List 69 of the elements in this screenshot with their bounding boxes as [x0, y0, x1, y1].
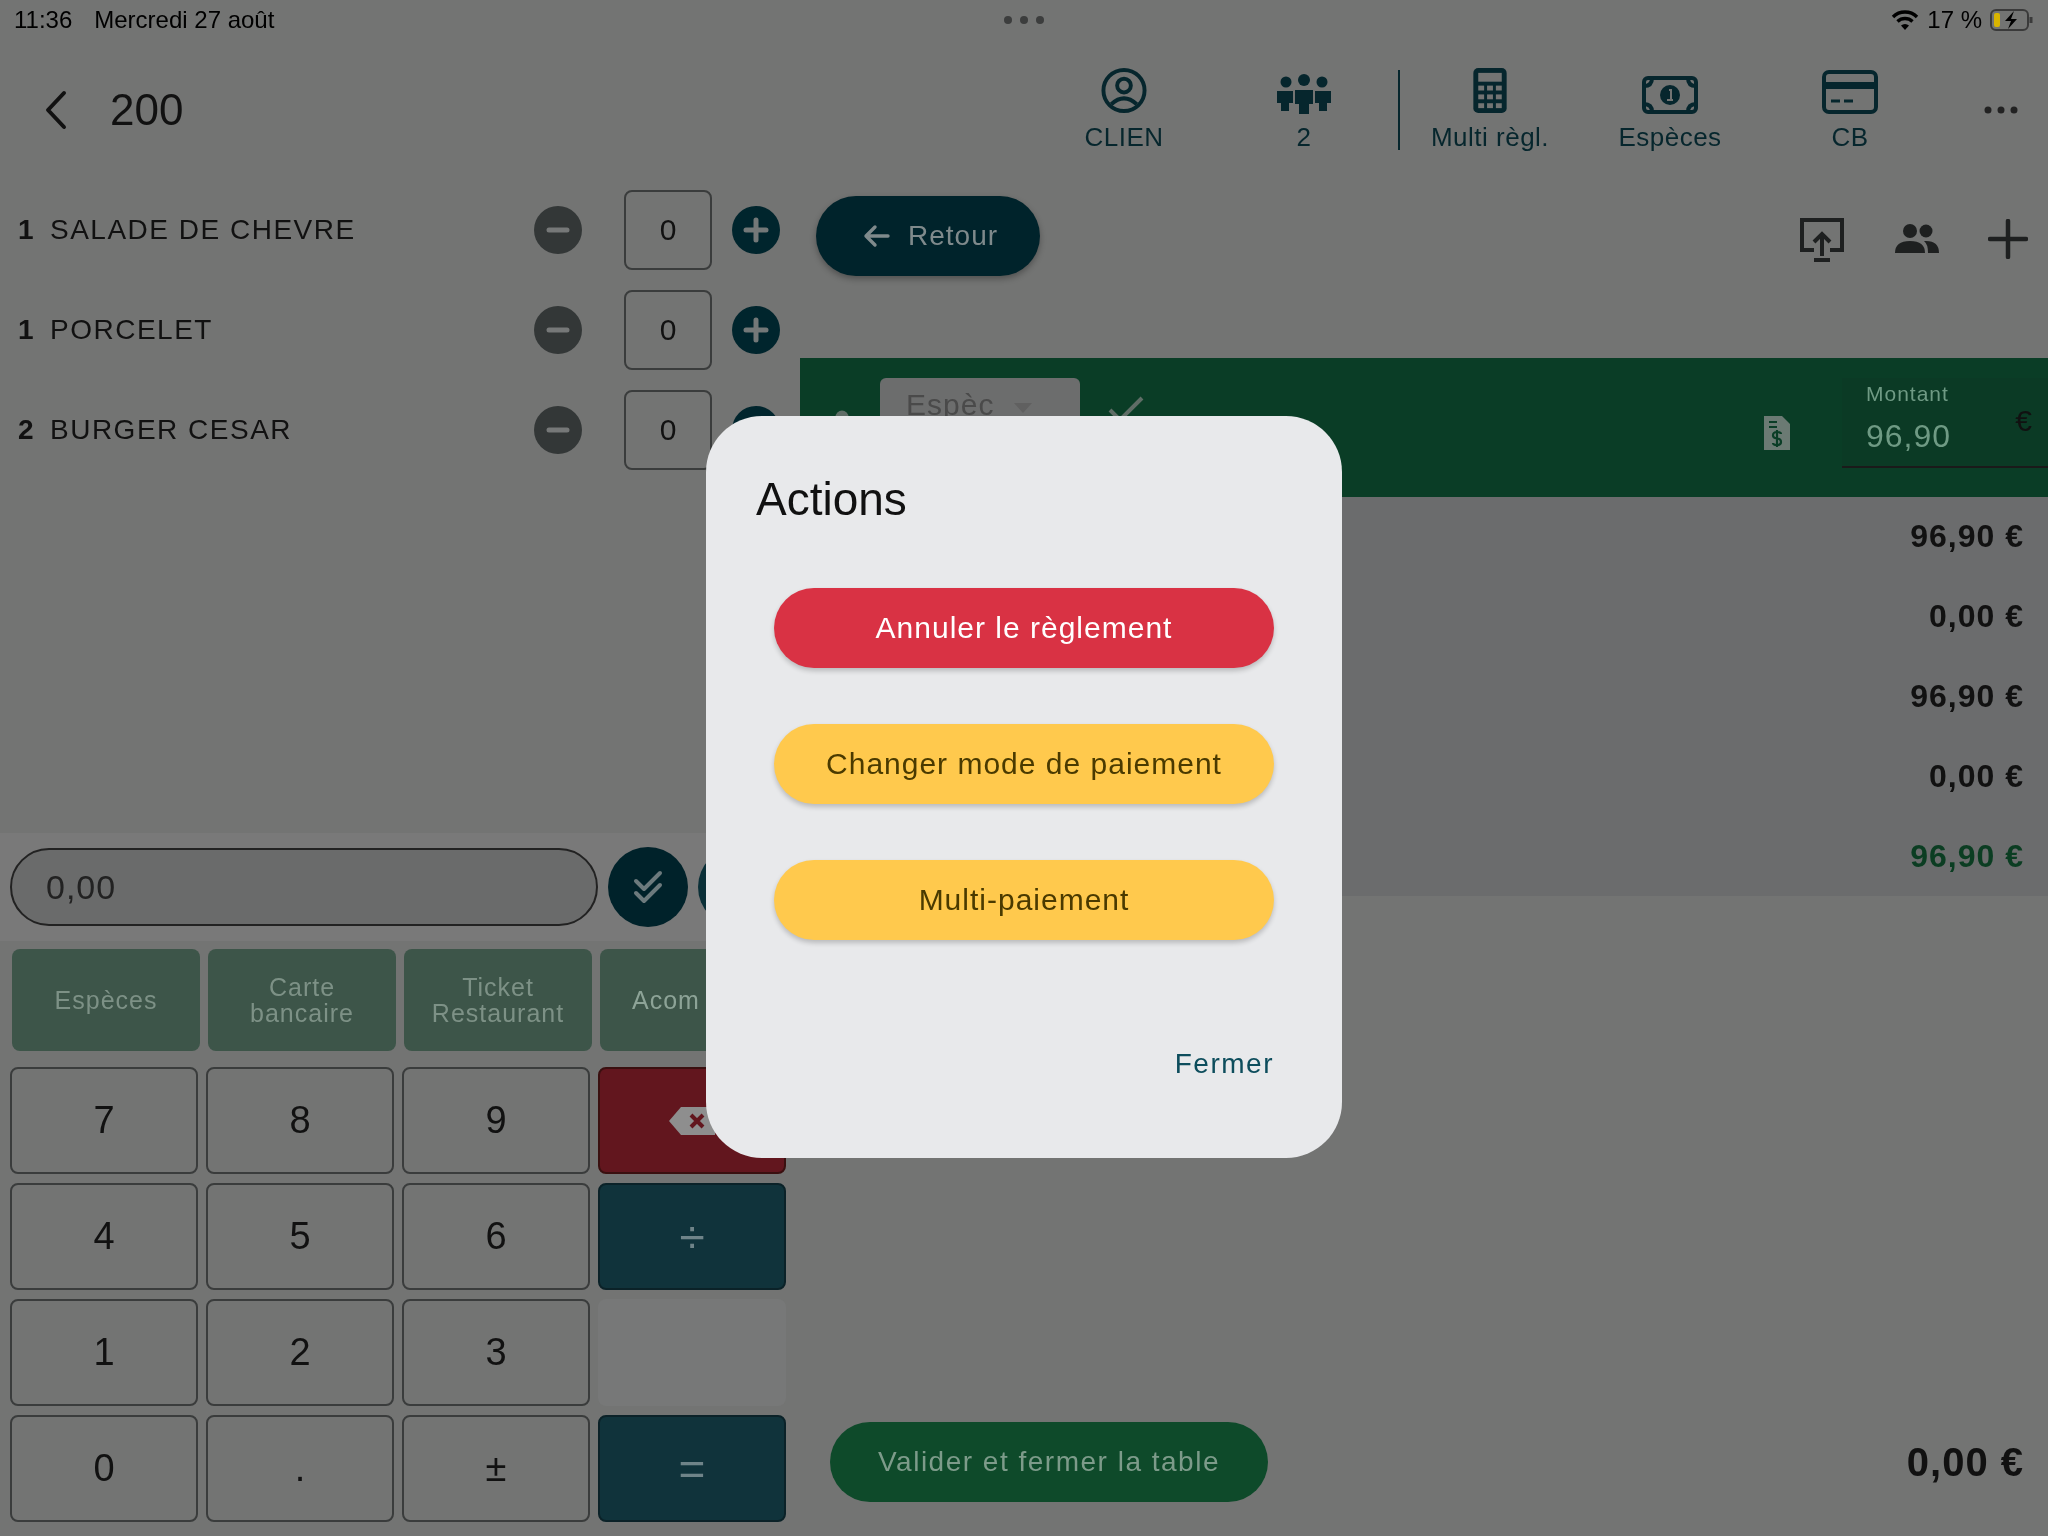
item-quantity: 2 [18, 414, 37, 446]
banknote-icon [1642, 76, 1698, 114]
more-icon[interactable] [1984, 106, 2018, 114]
status-date: Mercredi 27 août [94, 6, 275, 34]
item-quantity: 1 [18, 314, 37, 346]
total-amount: 0,00 € [1929, 598, 2024, 636]
status-time: 11:36 [14, 6, 73, 34]
arrow-left-icon [862, 224, 890, 248]
battery-charging-icon [1990, 9, 2034, 31]
minus-button[interactable] [534, 406, 582, 454]
guests-button[interactable]: 2 [1214, 67, 1394, 153]
group-icon [1274, 72, 1334, 114]
keypad-key[interactable]: . [206, 1415, 394, 1522]
keypad-key[interactable]: 3 [402, 1299, 590, 1406]
double-check-button[interactable] [608, 847, 688, 927]
table-number: 200 [110, 85, 184, 135]
payment-method-button[interactable]: Carte bancaire [208, 949, 396, 1051]
keypad-key[interactable]: = [598, 1415, 786, 1522]
close-button[interactable]: Fermer [1174, 1044, 1274, 1084]
keypad-key[interactable]: ± [402, 1415, 590, 1522]
battery-percentage: 17 % [1927, 6, 1982, 34]
plus-button[interactable] [732, 306, 780, 354]
remaining-amount: 0,00 € [1906, 1439, 2024, 1485]
calculator-button[interactable]: Multi règl. [1400, 67, 1580, 153]
keypad-key[interactable]: 8 [206, 1067, 394, 1174]
person-circle-icon [1100, 67, 1148, 114]
wifi-icon [1891, 9, 1920, 31]
cash-button[interactable]: Espèces [1580, 67, 1760, 153]
payment-method-button[interactable]: Espèces [12, 949, 200, 1051]
total-amount: 96,90 € [1910, 678, 2024, 715]
card-button[interactable]: CB [1760, 67, 1940, 153]
quantity-field[interactable]: 0 [624, 290, 712, 370]
item-quantity: 1 [18, 214, 37, 246]
keypad-key[interactable]: 5 [206, 1183, 394, 1290]
item-name: BURGER CESAR [50, 414, 294, 446]
minus-button[interactable] [534, 206, 582, 254]
keypad-key[interactable]: 4 [10, 1183, 198, 1290]
invoice-dollar-icon[interactable] [1762, 414, 1792, 452]
validate-close-table-button[interactable]: Valider et fermer la table [830, 1422, 1268, 1502]
back-button[interactable]: Retour [816, 196, 1041, 276]
quantity-field[interactable]: 0 [624, 190, 712, 270]
back-chevron-icon[interactable] [44, 90, 68, 130]
dialog-action-button[interactable]: Changer mode de paiement [774, 724, 1274, 804]
total-amount: 96,90 € [1910, 518, 2024, 556]
minus-button[interactable] [534, 306, 582, 354]
keypad-key[interactable]: 9 [402, 1067, 590, 1174]
item-name: SALADE DE CHEVRE [50, 214, 357, 246]
screen-upload-icon[interactable] [1798, 216, 1846, 262]
people-icon[interactable] [1894, 223, 1940, 255]
amount-field[interactable]: 0,00 [10, 848, 598, 926]
total-amount: 0,00 € [1929, 757, 2024, 795]
total-amount: 96,90 € [1910, 837, 2024, 875]
dialog-title: Actions [756, 472, 907, 526]
keypad-key[interactable]: 2 [206, 1299, 394, 1406]
credit-card-icon [1822, 70, 1878, 114]
keypad-key[interactable]: 0 [10, 1415, 198, 1522]
keypad-key[interactable]: 7 [10, 1067, 198, 1174]
dialog-action-button[interactable]: Annuler le règlement [774, 588, 1274, 668]
more-dots-icon [1003, 15, 1045, 25]
plus-button[interactable] [732, 206, 780, 254]
keypad-key[interactable]: ÷ [598, 1183, 786, 1290]
client-button[interactable]: CLIEN [1034, 67, 1214, 153]
payment-method-button[interactable]: Ticket Restaurant [404, 949, 592, 1051]
dialog-action-button[interactable]: Multi-paiement [774, 860, 1274, 940]
keypad-key[interactable]: 6 [402, 1183, 590, 1290]
plus-icon[interactable] [1988, 219, 2028, 259]
calculator-icon [1472, 67, 1508, 114]
keypad-key[interactable]: 1 [10, 1299, 198, 1406]
item-name: PORCELET [50, 314, 214, 346]
